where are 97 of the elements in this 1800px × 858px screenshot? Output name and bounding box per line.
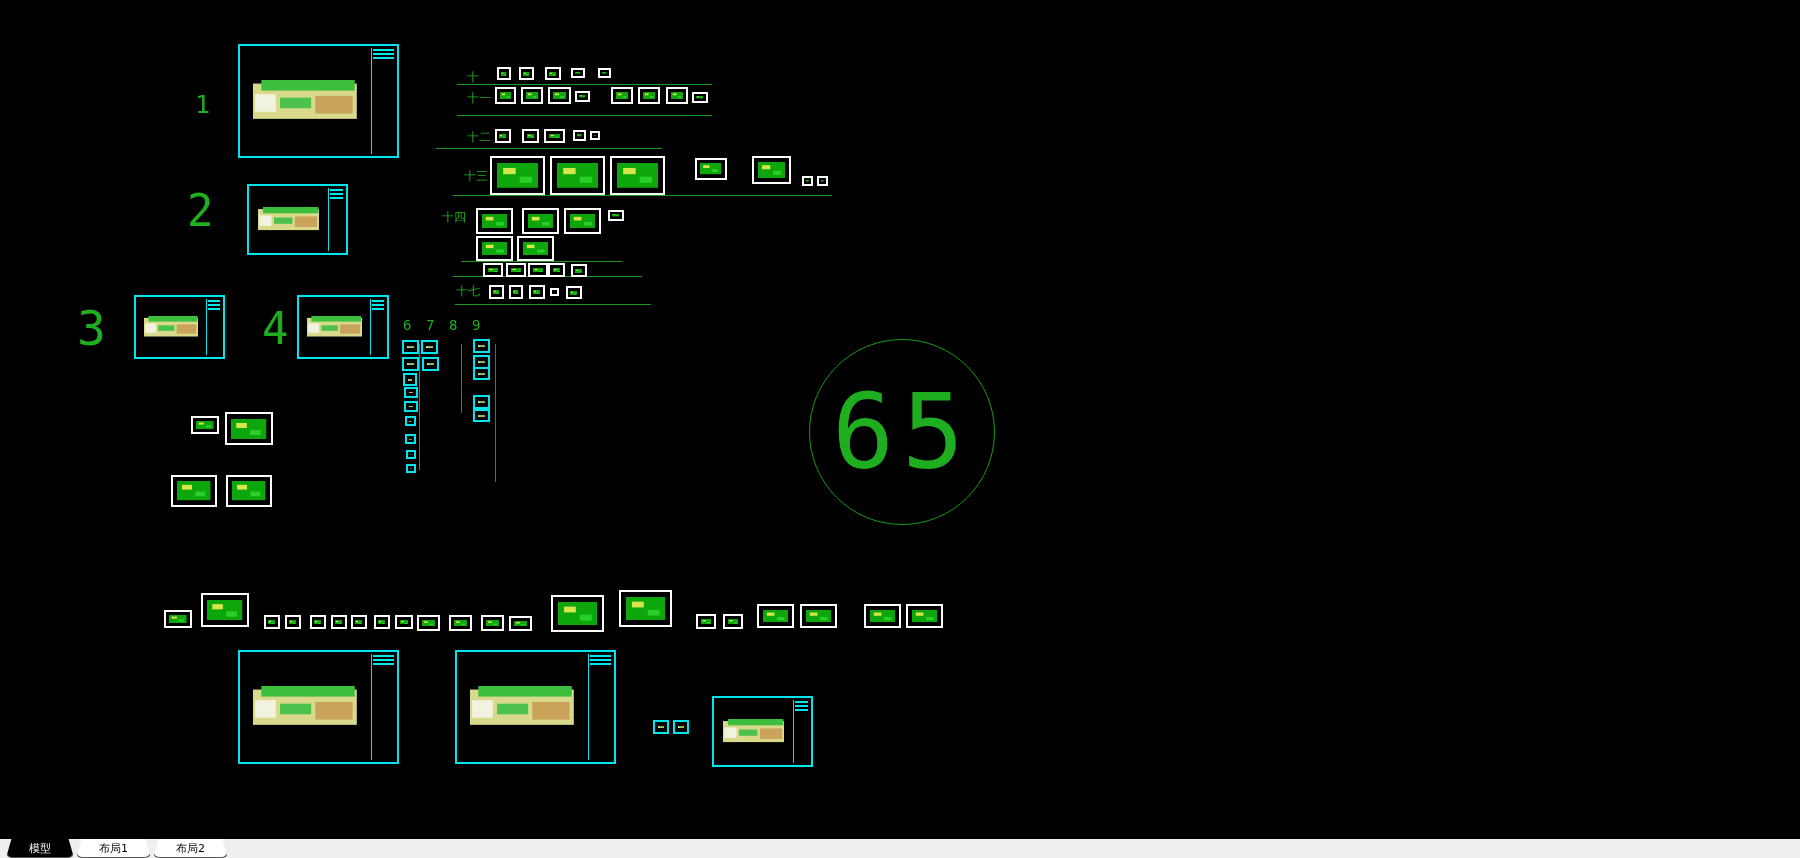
floor-plan-drawing [231,418,267,439]
floor-plan-drawing [696,96,704,99]
floor-plan-drawing [169,615,187,623]
floor-plan-drawing [700,618,712,625]
layout-tab[interactable]: 布局2 [153,839,228,858]
floor-plan-drawing [399,619,409,625]
floor-plan-drawing [513,620,528,627]
floor-plan-drawing [477,372,486,375]
floor-plan-drawing [579,95,586,98]
floor-plan-drawing [143,315,199,339]
sheet-number: 4 [262,307,289,351]
layout-tab[interactable]: 模型 [6,839,74,858]
floor-plan-drawing [477,344,486,348]
floor-plan-drawing [481,213,508,229]
floor-plan-drawing [499,133,507,139]
floor-plan-drawing [700,163,722,175]
floor-plan-drawing [670,91,684,100]
floor-plan-drawing [513,289,519,295]
column-number: 6 [403,318,412,332]
floor-plan-drawing [425,345,434,349]
floor-plan-drawing [612,214,620,217]
floor-plan-drawing [552,267,561,273]
floor-plan-drawing [496,163,539,188]
circled-number: 65 [832,380,972,484]
floor-plan-drawing [522,241,549,256]
floor-plan-drawing [677,725,685,729]
floor-plan-drawing [552,91,567,100]
floor-plan-drawing [335,619,343,625]
floor-plan-drawing [408,405,414,408]
sheet-number: 3 [77,304,106,352]
column-number: 8 [449,318,458,332]
floor-plan-drawing [625,596,666,621]
floor-plan-drawing [657,725,665,729]
floor-plan-drawing [453,619,468,627]
floor-plan-drawing [525,91,539,100]
floor-plan-drawing [485,619,500,627]
layout-tab[interactable]: 布局1 [76,839,151,858]
floor-plan-drawing [406,362,415,366]
drawing-sheet [550,288,559,296]
floor-plan-drawing [616,163,659,188]
floor-plan-drawing [406,345,415,349]
floor-plan-drawing [289,619,297,625]
section-label: 十二 [467,131,491,143]
floor-plan-drawing [477,360,486,364]
floor-plan-drawing [869,609,896,623]
floor-plan-drawing [378,619,386,625]
floor-plan-drawing [487,267,499,273]
floor-plan-drawing [177,481,211,501]
floor-plan-drawing [642,91,656,100]
floor-plan-drawing [268,619,276,625]
floor-plan-drawing [314,619,322,625]
floor-plan-drawing [722,718,785,745]
floor-plan-drawing [570,290,578,295]
floor-plan-drawing [307,315,363,339]
floor-plan-drawing [407,378,413,381]
floor-plan-drawing [615,91,629,100]
floor-plan-drawing [477,400,486,404]
floor-plan-drawing [493,289,500,295]
floor-plan-drawing [426,362,435,366]
floor-plan-drawing [526,133,535,139]
section-label: 十四 [442,211,466,223]
floor-plan-drawing [556,163,599,188]
floor-plan-drawing [575,268,583,273]
floor-plan-drawing [499,91,512,100]
floor-plan-drawing [408,391,414,394]
floor-plan-drawing [805,609,832,623]
floor-plan-drawing [501,71,507,76]
floor-plan-drawing [727,618,739,625]
floor-plan-drawing [232,481,266,501]
floor-plan-drawing [207,599,243,621]
floor-plan-drawing [533,289,541,295]
column-number: 9 [472,318,481,332]
section-label: 十三 [464,170,488,182]
floor-plan-drawing [548,133,561,139]
floor-plan-drawing [911,609,938,623]
section-label: 十 [467,71,479,83]
floor-plan-drawing [577,134,582,137]
section-label: 十七 [456,285,480,297]
floor-plan-drawing [481,241,508,256]
floor-plan-drawing [523,71,530,76]
column-number: 7 [426,318,435,332]
floor-plan-drawing [549,71,557,76]
section-label: 十一 [467,92,491,104]
floor-plan-drawing [421,619,436,627]
sheet-number: 2 [187,189,214,233]
floor-plan-drawing [762,609,789,623]
floor-plan-drawing [510,267,522,273]
floor-plan-drawing [355,619,363,625]
floor-plan-drawing [257,206,320,233]
floor-plan-drawing [757,162,786,178]
floor-plan-drawing [569,213,596,229]
floor-plan-drawing [557,601,598,626]
floor-plan-drawing [527,213,554,229]
sheet-number: 1 [195,92,211,117]
floor-plan-drawing [196,421,214,429]
floor-plan-drawing [477,414,486,417]
floor-plan-drawing [532,267,544,273]
